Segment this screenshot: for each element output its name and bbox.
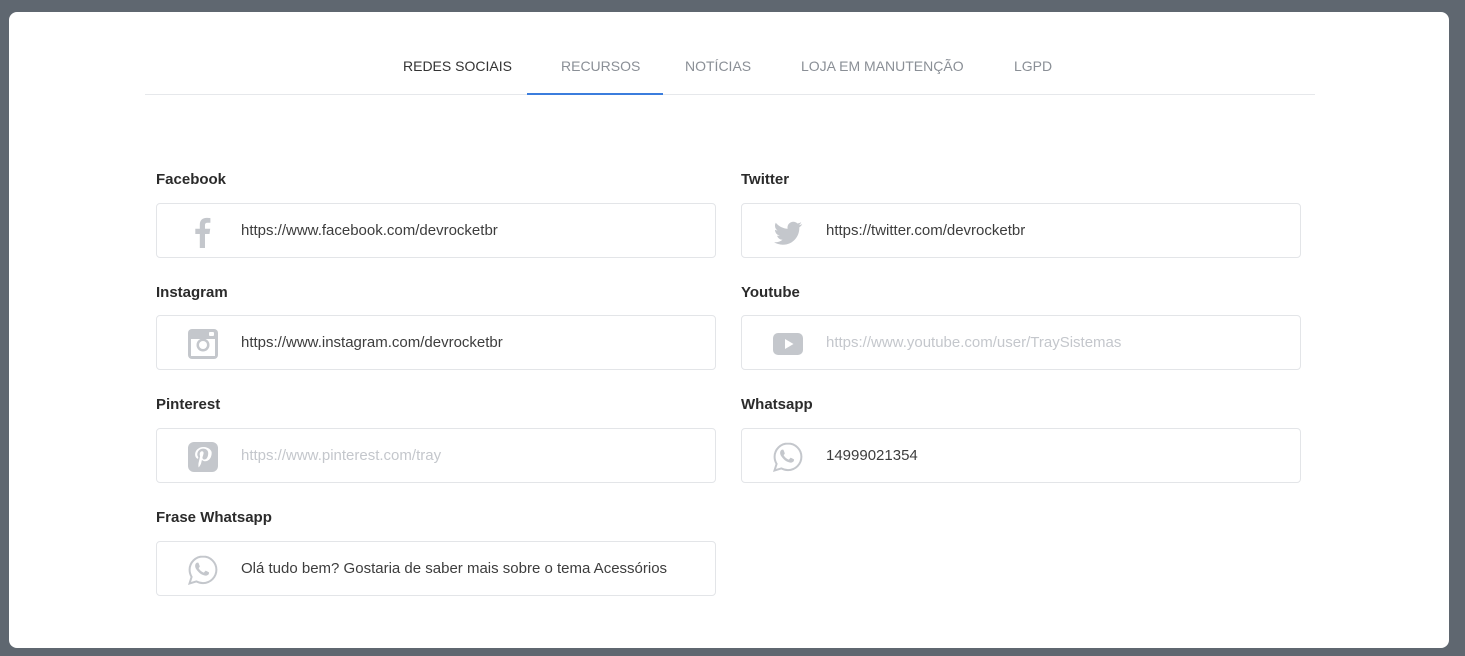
whatsapp-label: Whatsapp bbox=[741, 396, 813, 413]
instagram-label: Instagram bbox=[156, 284, 228, 301]
facebook-url-value: https://www.facebook.com/devrocketbr bbox=[241, 222, 498, 239]
settings-panel: REDES SOCIAIS RECURSOS NOTÍCIAS LOJA EM … bbox=[9, 12, 1449, 648]
instagram-icon bbox=[187, 328, 219, 360]
instagram-field[interactable]: https://www.instagram.com/devrocketbr bbox=[156, 315, 716, 370]
facebook-icon bbox=[187, 216, 219, 248]
frase-whatsapp-value: Olá tudo bem? Gostaria de saber mais sob… bbox=[241, 560, 668, 577]
tab-bar: REDES SOCIAIS RECURSOS NOTÍCIAS LOJA EM … bbox=[145, 12, 1315, 95]
youtube-field[interactable]: https://www.youtube.com/user/TraySistema… bbox=[741, 315, 1301, 370]
tab-loja-em-manutencao[interactable]: LOJA EM MANUTENÇÃO bbox=[801, 58, 964, 74]
pinterest-label: Pinterest bbox=[156, 396, 221, 413]
pinterest-url-placeholder: https://www.pinterest.com/tray bbox=[241, 447, 442, 464]
whatsapp-number-value: 14999021354 bbox=[826, 447, 918, 464]
twitter-url-value: https://twitter.com/devrocketbr bbox=[826, 222, 1026, 239]
whatsapp-icon bbox=[187, 554, 219, 586]
tab-redes-sociais[interactable]: REDES SOCIAIS bbox=[403, 58, 512, 74]
pinterest-icon bbox=[187, 441, 219, 473]
tab-noticias[interactable]: NOTÍCIAS bbox=[685, 58, 751, 74]
instagram-url-value: https://www.instagram.com/devrocketbr bbox=[241, 334, 503, 351]
frase-whatsapp-field[interactable]: Olá tudo bem? Gostaria de saber mais sob… bbox=[156, 541, 716, 596]
tab-lgpd[interactable]: LGPD bbox=[1014, 58, 1052, 74]
facebook-label: Facebook bbox=[156, 171, 227, 188]
pinterest-field[interactable]: https://www.pinterest.com/tray bbox=[156, 428, 716, 483]
frase-whatsapp-label: Frase Whatsapp bbox=[156, 509, 272, 526]
twitter-label: Twitter bbox=[741, 171, 790, 188]
twitter-field[interactable]: https://twitter.com/devrocketbr bbox=[741, 203, 1301, 258]
facebook-field[interactable]: https://www.facebook.com/devrocketbr bbox=[156, 203, 716, 258]
whatsapp-icon bbox=[772, 441, 804, 473]
youtube-icon bbox=[772, 328, 804, 360]
twitter-icon bbox=[772, 216, 804, 248]
active-tab-indicator bbox=[527, 93, 663, 95]
youtube-url-placeholder: https://www.youtube.com/user/TraySistema… bbox=[826, 334, 1122, 351]
youtube-label: Youtube bbox=[741, 284, 800, 301]
tab-recursos[interactable]: RECURSOS bbox=[561, 58, 640, 74]
whatsapp-field[interactable]: 14999021354 bbox=[741, 428, 1301, 483]
